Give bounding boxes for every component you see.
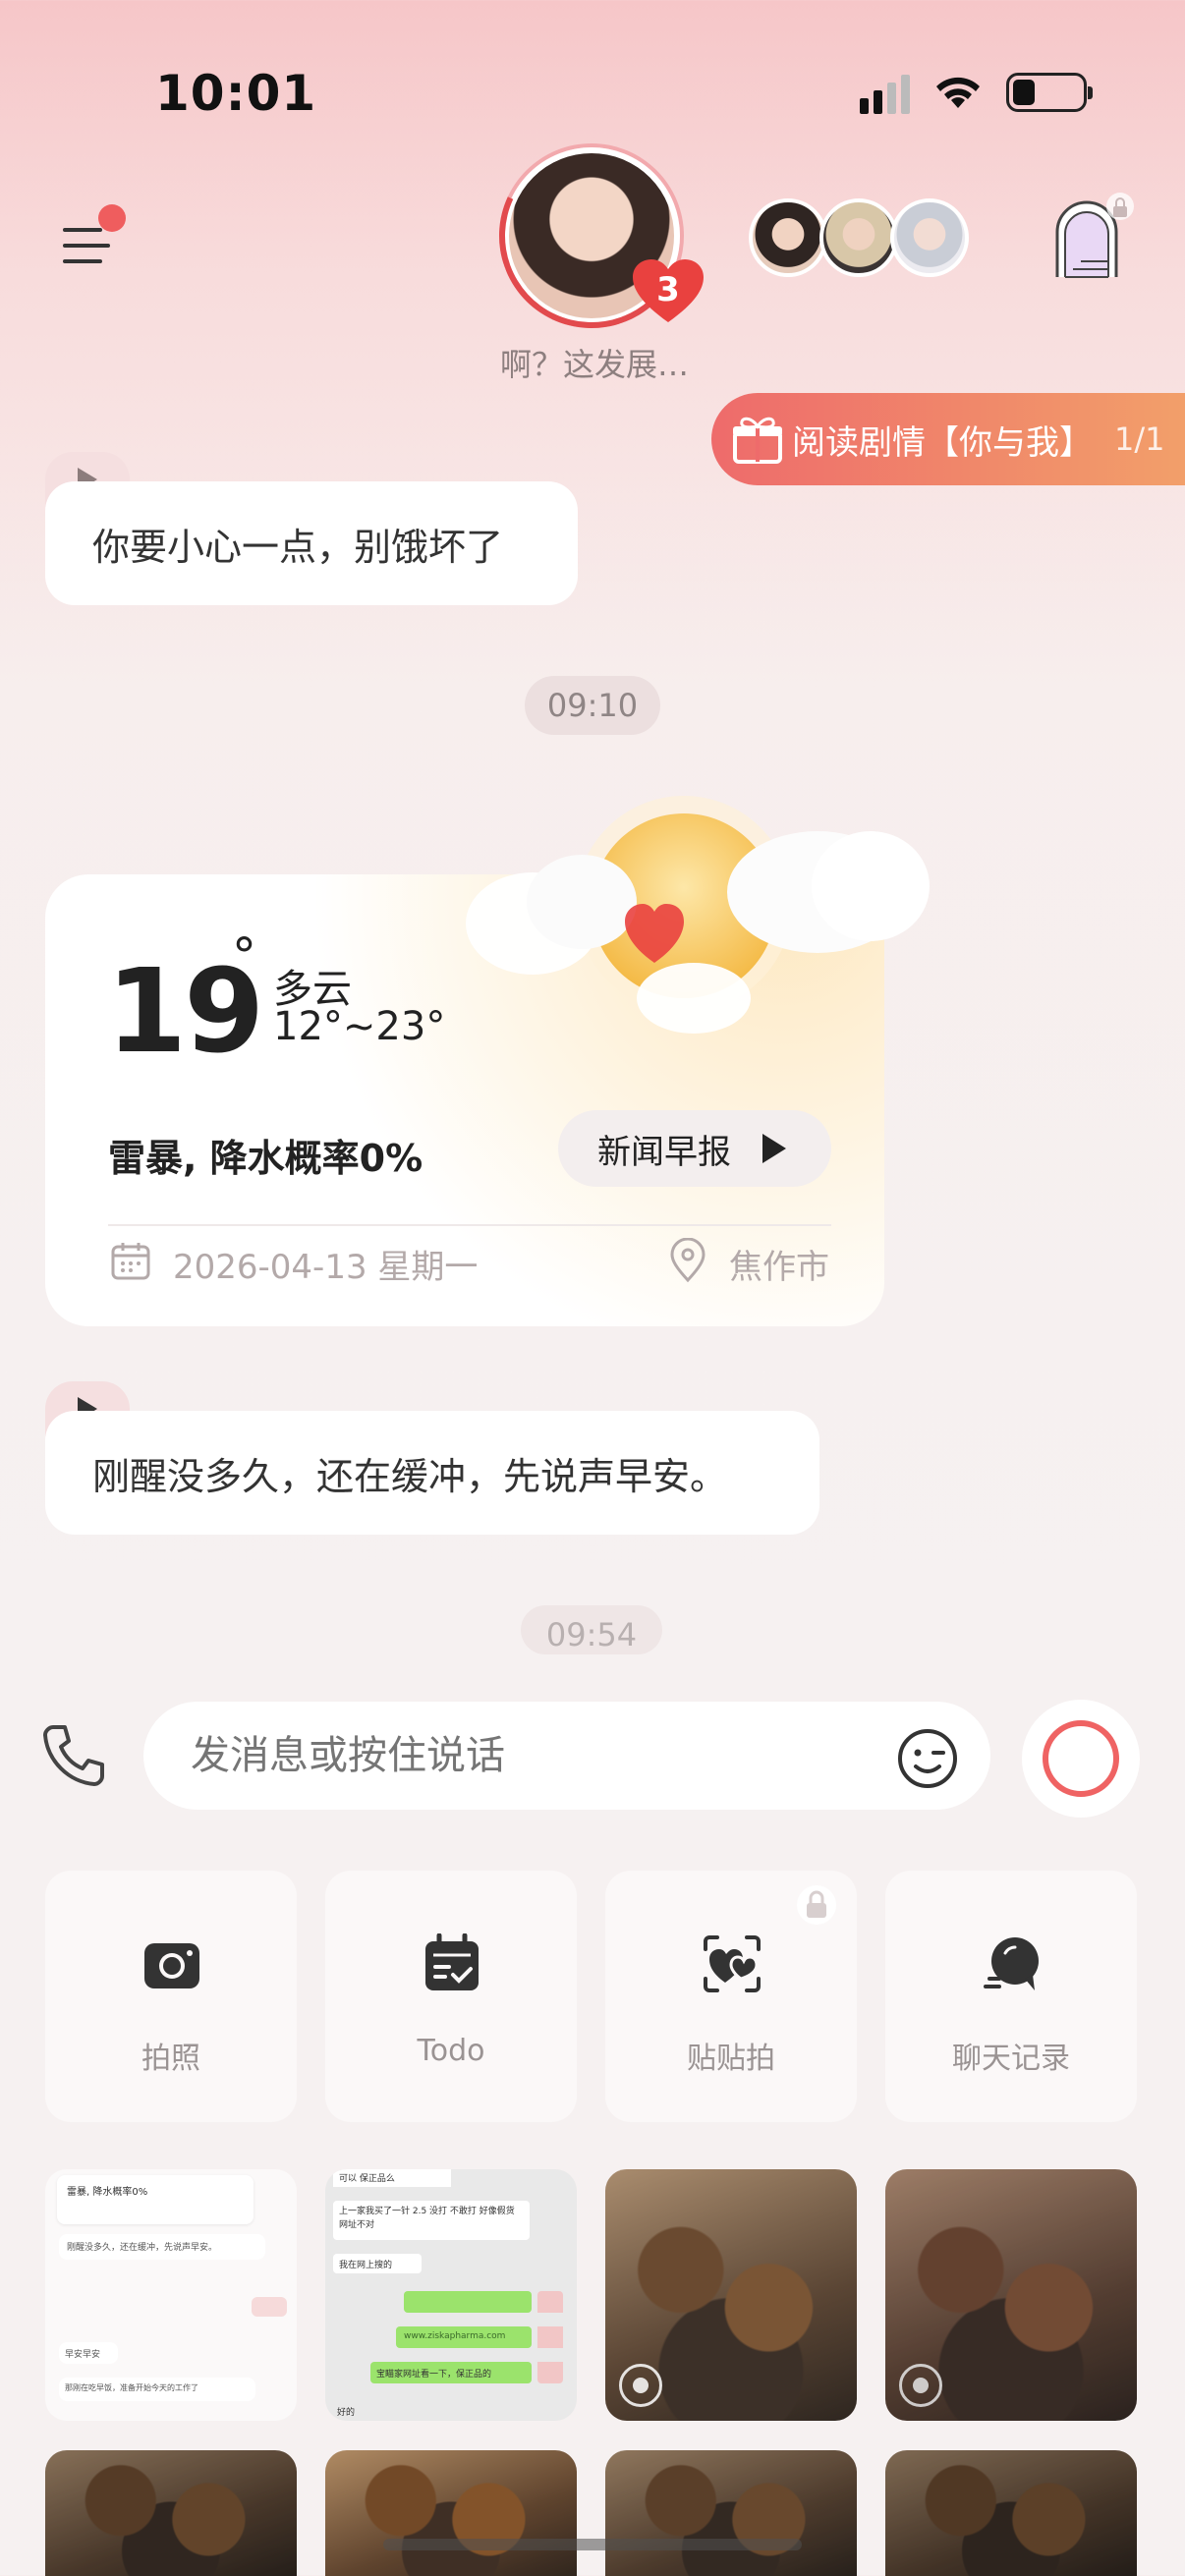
quick-action-label: Todo [417, 2034, 485, 2068]
menu-button[interactable] [59, 204, 128, 275]
thumbnail-text: 刚醒没多久，还在缓冲，先说声早安。 [67, 2243, 218, 2253]
gallery-thumbnail-screenshot-2[interactable]: 可以 保正品么 上一家我买了一针 2.5 没打 不敢打 好像假货网址不对 我在网… [325, 2169, 577, 2421]
gallery-thumbnail-photo-6[interactable] [885, 2450, 1137, 2576]
news-briefing-button[interactable]: 新闻早报 [558, 1110, 831, 1187]
thumbnail-text: www.ziskapharma.com [404, 2331, 506, 2341]
story-banner-count: 1/1 [1114, 420, 1165, 458]
character-avatar-small-2[interactable] [819, 198, 898, 277]
avatar-caption: 啊？这发展… [499, 346, 689, 383]
gallery-thumbnail-photo-1[interactable] [605, 2169, 857, 2421]
chat-bubble[interactable]: 你要小心一点，别饿坏了 [45, 481, 578, 605]
weather-city: 焦作市 [729, 1248, 829, 1287]
quick-action-label: 贴贴拍 [687, 2042, 775, 2076]
weather-alert: 雷暴, 降水概率0% [108, 1137, 423, 1180]
character-avatar-small-1[interactable] [749, 198, 827, 277]
message-text: 你要小心一点，别饿坏了 [92, 525, 504, 569]
story-banner-label: 阅读剧情【你与我】 [792, 422, 1093, 463]
wifi-icon [936, 77, 980, 108]
thumbnail-text: 宝瞄家网址看一下，保正品的 [376, 2370, 492, 2380]
todo-icon [425, 1933, 479, 1990]
chat-bubble[interactable]: 刚醒没多久，还在缓冲，先说声早安。 [45, 1411, 819, 1535]
quick-action-couple-photo[interactable]: 贴贴拍 [605, 1871, 857, 2122]
message-input[interactable] [143, 1702, 990, 1810]
gallery-thumbnail-screenshot-1[interactable]: 雷暴, 降水概率0% 刚醒没多久，还在缓冲，先说声早安。 早安早安 那刚在吃早饭… [45, 2169, 297, 2421]
notification-dot [98, 204, 126, 232]
news-briefing-label: 新闻早报 [597, 1132, 731, 1172]
status-time: 10:01 [155, 65, 317, 122]
thumbnail-text: 那刚在吃早饭，准备开始今天的工作了 [65, 2383, 198, 2392]
gallery-thumbnail-photo-5[interactable] [605, 2450, 857, 2576]
temperature-degree: ° [232, 927, 256, 984]
quick-action-chat-history[interactable]: 聊天记录 [885, 1871, 1137, 2122]
battery-icon [1006, 73, 1093, 112]
couple-photo-icon [704, 1935, 761, 1992]
gallery-thumbnail-photo-4[interactable] [325, 2450, 577, 2576]
live-photo-icon [619, 2364, 662, 2407]
timestamp: 09:10 [525, 676, 660, 735]
quick-action-photo[interactable]: 拍照 [45, 1871, 297, 2122]
divider [108, 1224, 831, 1226]
weather-date: 2026-04-13 星期一 [173, 1248, 479, 1287]
quick-action-label: 拍照 [141, 2042, 200, 2076]
status-icons [860, 71, 1093, 114]
camera-icon [144, 1943, 199, 1988]
calendar-icon [111, 1243, 150, 1280]
thumbnail-text: 我在网上搜的 [339, 2261, 393, 2270]
voice-record-button[interactable] [1022, 1700, 1140, 1818]
story-banner[interactable]: 阅读剧情【你与我】 1/1 [711, 393, 1185, 485]
phone-icon[interactable] [39, 1721, 108, 1790]
thumbnail-text: 雷暴, 降水概率0% [67, 2187, 148, 2198]
thumbnail-text: 可以 保正品么 [339, 2174, 395, 2184]
home-indicator[interactable] [383, 2539, 802, 2550]
timestamp: 09:54 [521, 1605, 662, 1654]
emoji-icon[interactable] [896, 1727, 959, 1790]
gallery-thumbnail-photo-2[interactable] [885, 2169, 1137, 2421]
temperature-range: 12°~23° [273, 1004, 446, 1049]
thumbnail-text: 早安早安 [65, 2350, 101, 2360]
location-pin-icon [670, 1238, 705, 1283]
cellular-signal-icon [860, 71, 910, 114]
character-avatar-small-3[interactable] [890, 198, 969, 277]
thumbnail-text: 好的 [337, 2408, 356, 2418]
quick-action-label: 聊天记录 [952, 2042, 1070, 2076]
chat-history-icon [984, 1937, 1039, 1990]
cloudy-sun-icon [466, 796, 930, 1034]
gallery-thumbnail-photo-3[interactable] [45, 2450, 297, 2576]
play-icon [762, 1134, 786, 1163]
archway-lock-icon[interactable] [1051, 193, 1134, 281]
gift-icon [733, 417, 782, 464]
lock-icon [797, 1885, 836, 1925]
unread-count: 3 [656, 270, 680, 309]
message-text: 刚醒没多久，还在缓冲，先说声早安。 [92, 1454, 728, 1498]
thumbnail-text: 上一家我买了一针 2.5 没打 不敢打 好像假货网址不对 [339, 2207, 515, 2230]
quick-action-todo[interactable]: Todo [325, 1871, 577, 2122]
live-photo-icon [899, 2364, 942, 2407]
